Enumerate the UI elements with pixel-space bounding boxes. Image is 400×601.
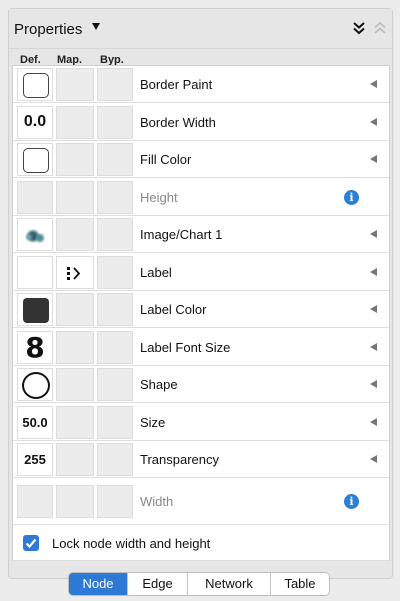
mapping-cell <box>56 180 94 214</box>
property-row-label-color[interactable]: Label Color <box>13 291 389 328</box>
outline-square-swatch <box>23 148 49 173</box>
default-value-cell[interactable] <box>17 255 53 289</box>
property-label: Fill Color <box>140 152 192 167</box>
outline-square-swatch <box>23 73 49 98</box>
style-tabs: Node Edge Network Table <box>68 572 330 596</box>
mapping-cell[interactable] <box>56 405 94 439</box>
property-row-shape[interactable]: Shape <box>13 366 389 403</box>
chevron-up-double-icon[interactable] <box>373 21 387 35</box>
bypass-cell[interactable] <box>97 143 133 176</box>
default-value-cell[interactable]: 0.0 <box>17 105 53 139</box>
property-row-label-font-size[interactable]: 8 Label Font Size <box>13 329 389 366</box>
default-value-text: 50.0 <box>22 414 48 430</box>
mapping-cell[interactable] <box>56 330 94 364</box>
row-expand-icon[interactable] <box>370 342 377 351</box>
property-label: Label Color <box>140 302 207 317</box>
property-row-height[interactable]: Height i <box>13 179 389 216</box>
property-label: Height <box>140 189 178 205</box>
bypass-cell[interactable] <box>97 330 133 364</box>
property-label: Image/Chart 1 <box>140 227 223 242</box>
default-value-text: 255 <box>24 452 46 467</box>
default-value-cell[interactable]: 8 <box>17 330 53 364</box>
default-value-cell <box>17 180 53 214</box>
property-label: Label Font Size <box>140 339 231 355</box>
property-row-fill-color[interactable]: Fill Color <box>13 141 389 178</box>
property-row-transparency[interactable]: 255 Transparency <box>13 441 389 478</box>
property-label: Border Paint <box>140 77 213 92</box>
lock-size-row[interactable]: Lock node width and height <box>13 525 389 561</box>
bypass-cell[interactable] <box>97 68 133 101</box>
property-label: Border Width <box>140 114 216 130</box>
bypass-cell[interactable] <box>97 255 133 289</box>
tab-node[interactable]: Node <box>69 573 128 595</box>
mapping-cell[interactable] <box>56 143 94 176</box>
tab-network[interactable]: Network <box>188 573 271 595</box>
default-value-cell[interactable]: 50.0 <box>17 405 53 439</box>
row-expand-icon[interactable] <box>370 267 377 276</box>
property-label: Shape <box>140 377 178 392</box>
row-expand-icon[interactable] <box>370 230 377 238</box>
mapping-cell[interactable] <box>56 255 94 289</box>
bypass-cell[interactable] <box>97 105 133 139</box>
info-icon[interactable]: i <box>344 189 359 205</box>
info-icon[interactable]: i <box>344 493 359 509</box>
property-row-size[interactable]: 50.0 Size <box>13 404 389 441</box>
mapping-cell[interactable] <box>56 105 94 139</box>
property-row-image-chart-1[interactable]: Image/Chart 1 <box>13 216 389 253</box>
property-label: Transparency <box>140 452 219 467</box>
property-label: Width <box>140 493 174 509</box>
bypass-cell <box>97 484 133 518</box>
default-value-text: 0.0 <box>23 113 47 130</box>
bypass-cell[interactable] <box>97 405 133 439</box>
default-value-cell <box>17 484 53 518</box>
properties-panel: Properties Def. Map. Byp. Border Paint 0… <box>8 8 393 579</box>
default-value-cell[interactable] <box>17 218 53 251</box>
property-list: Border Paint 0.0 Border Width Fill Color <box>12 65 390 561</box>
default-value-cell[interactable] <box>17 293 53 326</box>
default-value-text: 8 <box>25 330 45 364</box>
row-expand-icon[interactable] <box>370 305 377 313</box>
row-expand-icon[interactable] <box>370 80 377 88</box>
mapping-cell[interactable] <box>56 68 94 101</box>
passthrough-mapping-icon <box>67 266 81 280</box>
property-label: Label <box>140 264 172 280</box>
property-label: Size <box>140 414 166 430</box>
mapping-cell[interactable] <box>56 368 94 401</box>
default-value-cell[interactable] <box>17 68 53 101</box>
property-row-width[interactable]: Width i <box>13 479 389 525</box>
default-value-cell[interactable]: 255 <box>17 443 53 476</box>
row-expand-icon[interactable] <box>370 455 377 463</box>
panel-header: Properties <box>9 9 392 49</box>
checkmark-icon <box>25 538 37 549</box>
default-value-cell[interactable] <box>17 143 53 176</box>
row-expand-icon[interactable] <box>370 117 377 126</box>
tab-edge[interactable]: Edge <box>128 573 188 595</box>
panel-title[interactable]: Properties <box>14 21 82 38</box>
property-row-label[interactable]: Label <box>13 254 389 291</box>
property-row-border-width[interactable]: 0.0 Border Width <box>13 104 389 141</box>
lock-size-checkbox[interactable] <box>23 535 39 551</box>
property-row-border-paint[interactable]: Border Paint <box>13 66 389 103</box>
ellipse-shape-icon <box>22 372 50 399</box>
mapping-cell[interactable] <box>56 443 94 476</box>
bypass-cell[interactable] <box>97 368 133 401</box>
mapping-cell[interactable] <box>56 293 94 326</box>
bypass-cell[interactable] <box>97 218 133 251</box>
dark-square-swatch <box>23 298 49 323</box>
bypass-cell <box>97 180 133 214</box>
row-expand-icon[interactable] <box>370 417 377 426</box>
row-expand-icon[interactable] <box>370 155 377 163</box>
lock-size-label[interactable]: Lock node width and height <box>52 536 210 551</box>
default-value-cell[interactable] <box>17 368 53 401</box>
bypass-cell[interactable] <box>97 443 133 476</box>
mapping-cell[interactable] <box>56 218 94 251</box>
chevron-down-double-icon[interactable] <box>352 21 366 35</box>
title-dropdown-icon[interactable] <box>92 23 100 30</box>
blurred-dots-image <box>26 230 44 242</box>
mapping-cell <box>56 484 94 518</box>
row-expand-icon[interactable] <box>370 380 377 388</box>
bypass-cell[interactable] <box>97 293 133 326</box>
tab-table[interactable]: Table <box>271 573 329 595</box>
